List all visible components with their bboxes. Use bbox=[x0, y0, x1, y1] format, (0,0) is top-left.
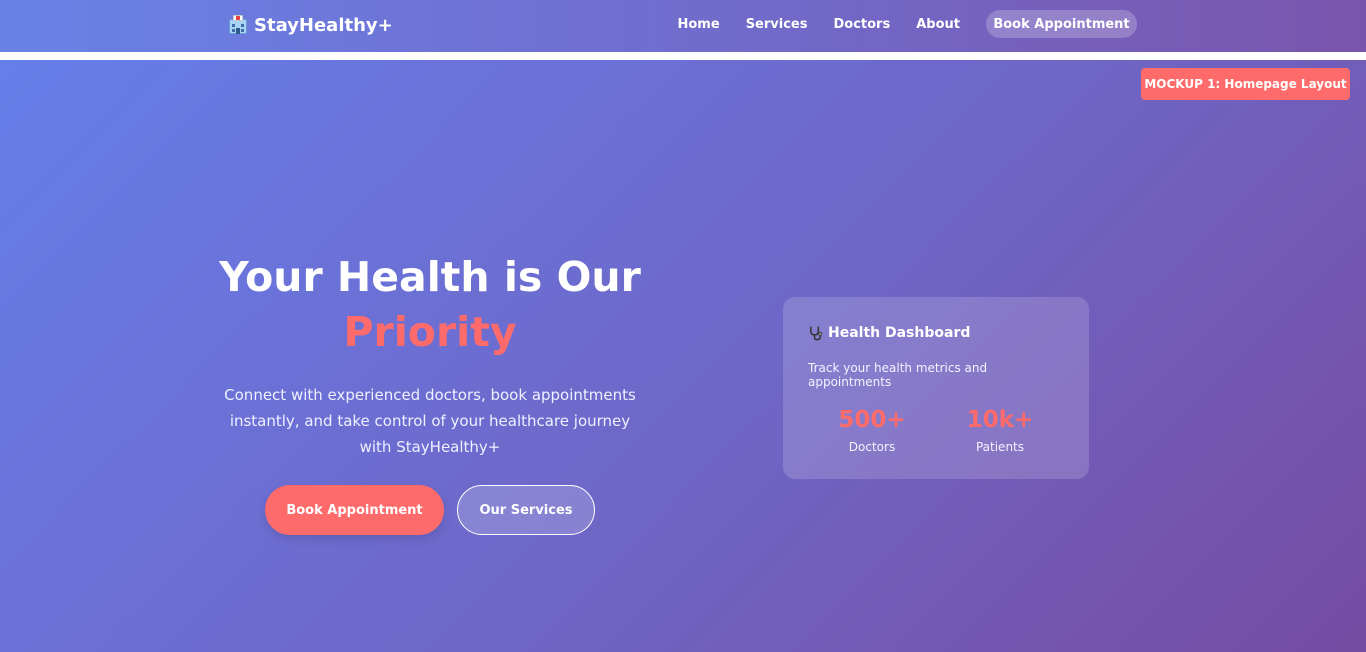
hero-title: Your Health is Our Priority bbox=[210, 250, 650, 360]
stethoscope-icon bbox=[810, 326, 823, 341]
stat-value: 500+ bbox=[838, 407, 906, 433]
hero-title-accent: Priority bbox=[343, 308, 517, 356]
stat-value: 10k+ bbox=[966, 407, 1034, 433]
dashboard-title: Health Dashboard bbox=[828, 325, 971, 341]
top-navbar: StayHealthy+ Home Services Doctors About… bbox=[0, 0, 1366, 52]
nav-link-about[interactable]: About bbox=[916, 17, 960, 32]
brand-name: StayHealthy+ bbox=[254, 14, 393, 36]
brand-logo[interactable]: StayHealthy+ bbox=[228, 13, 393, 37]
dashboard-header: Health Dashboard bbox=[808, 325, 1064, 341]
nav-links: Home Services Doctors About Book Appoint… bbox=[678, 10, 1137, 38]
stat-doctors: 500+ Doctors bbox=[808, 407, 936, 454]
hero-content: Your Health is Our Priority Connect with… bbox=[210, 250, 650, 535]
hospital-icon bbox=[228, 15, 248, 35]
stat-patients: 10k+ Patients bbox=[936, 407, 1064, 454]
hero-title-main: Your Health is Our bbox=[219, 253, 641, 301]
stat-label: Doctors bbox=[848, 440, 896, 454]
dashboard-subtitle: Track your health metrics and appointmen… bbox=[808, 361, 988, 389]
nav-link-home[interactable]: Home bbox=[678, 17, 720, 32]
stat-label: Patients bbox=[975, 440, 1025, 454]
hero-description: Connect with experienced doctors, book a… bbox=[224, 386, 636, 456]
hero-buttons: Book Appointment Our Services bbox=[210, 485, 650, 535]
health-dashboard-card: Health Dashboard Track your health metri… bbox=[783, 297, 1089, 479]
our-services-button[interactable]: Our Services bbox=[457, 485, 595, 535]
nav-link-doctors[interactable]: Doctors bbox=[833, 17, 890, 32]
book-appointment-button[interactable]: Book Appointment bbox=[265, 485, 444, 535]
mockup-label: MOCKUP 1: Homepage Layout bbox=[1141, 68, 1350, 100]
nav-book-appointment-button[interactable]: Book Appointment bbox=[986, 10, 1137, 38]
hero-section: MOCKUP 1: Homepage Layout Your Health is… bbox=[0, 60, 1366, 652]
nav-link-services[interactable]: Services bbox=[746, 17, 808, 32]
dashboard-stats: 500+ Doctors 10k+ Patients bbox=[808, 407, 1064, 454]
